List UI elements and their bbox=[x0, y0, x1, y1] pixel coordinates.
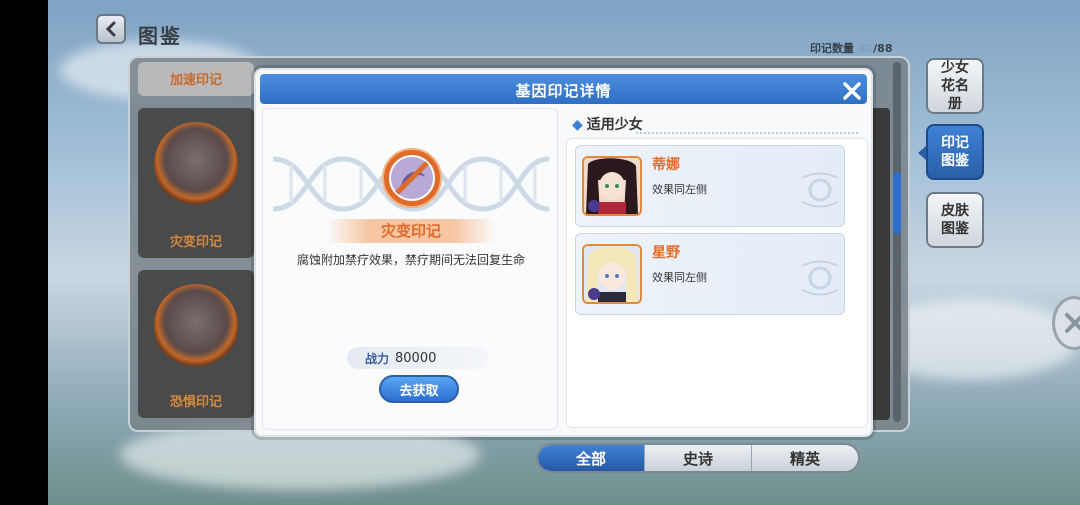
avatar bbox=[582, 244, 642, 304]
active-tab-pointer bbox=[918, 146, 926, 160]
mark-card-label: 灾变印记 bbox=[169, 235, 222, 250]
dialog-title: 基因印记详情 bbox=[515, 82, 612, 100]
section-title: 适用少女 bbox=[586, 117, 643, 133]
close-icon[interactable] bbox=[841, 80, 863, 102]
diamond-icon: ◆ bbox=[572, 117, 583, 133]
gene-swirl-icon bbox=[801, 172, 839, 208]
avatar bbox=[582, 156, 642, 216]
tab-label: 印记图鉴 bbox=[941, 135, 969, 169]
mark-card-label: 加速印记 bbox=[169, 73, 222, 88]
filter-all[interactable]: 全部 bbox=[538, 445, 645, 471]
mark-description: 腐蚀附加禁疗效果，禁疗期间无法回复生命 bbox=[296, 253, 525, 267]
mark-emblem-icon bbox=[154, 122, 238, 206]
gene-swirl-icon bbox=[801, 260, 839, 296]
tab-skin-collection[interactable]: 皮肤图鉴 bbox=[926, 192, 984, 248]
girl-card[interactable]: 星野 效果同左侧 bbox=[575, 233, 845, 315]
filter-elite[interactable]: 精英 bbox=[752, 445, 858, 471]
girl-name: 蒂娜 bbox=[652, 157, 680, 173]
rarity-filter: 全部 史诗 精英 bbox=[536, 443, 860, 473]
power-value: 80000 bbox=[395, 350, 437, 366]
letterbox-left bbox=[0, 0, 48, 505]
applicable-girls-panel: ◆ 适用少女 蒂娜 效果同左侧 星野 效果同左侧 bbox=[564, 108, 868, 430]
mark-count-value: 80 bbox=[857, 42, 874, 55]
mark-name: 灾变印记 bbox=[327, 219, 495, 243]
mark-info-panel: 灾变印记 腐蚀附加禁疗效果，禁疗期间无法回复生命 战力 80000 去获取 bbox=[262, 108, 558, 430]
scrollbar-track[interactable] bbox=[893, 62, 901, 422]
chevron-left-icon bbox=[105, 21, 116, 37]
scrollbar-thumb[interactable] bbox=[893, 172, 901, 234]
power-display: 战力 80000 bbox=[347, 347, 489, 369]
tab-mark-collection[interactable]: 印记图鉴 bbox=[926, 124, 984, 180]
mark-card[interactable]: 恐惧印记 bbox=[138, 270, 254, 418]
page-title: 图鉴 bbox=[138, 24, 182, 48]
mark-card-label: 恐惧印记 bbox=[169, 395, 222, 410]
mark-card[interactable]: 灾变印记 bbox=[138, 108, 254, 258]
mark-detail-dialog: 基因印记详情 灾变印记 腐蚀附加禁疗效果，禁疗期间无法回复生命 战力 80000… bbox=[254, 68, 873, 437]
girl-list: 蒂娜 效果同左侧 星野 效果同左侧 bbox=[566, 138, 868, 428]
close-icon bbox=[1065, 313, 1080, 333]
disaster-mark-emblem-icon bbox=[382, 148, 442, 208]
mark-count: 印记数量 80/88 bbox=[810, 40, 892, 56]
girl-card[interactable]: 蒂娜 效果同左侧 bbox=[575, 145, 845, 227]
back-button[interactable] bbox=[96, 14, 126, 44]
filter-epic[interactable]: 史诗 bbox=[645, 445, 752, 471]
mark-count-label: 印记数量 bbox=[810, 42, 854, 55]
girl-name: 星野 bbox=[652, 245, 680, 261]
acquire-button[interactable]: 去获取 bbox=[379, 375, 459, 403]
section-header: ◆ 适用少女 bbox=[572, 114, 643, 134]
dialog-header: 基因印记详情 bbox=[260, 74, 867, 104]
tab-label: 皮肤图鉴 bbox=[941, 203, 969, 237]
girl-effect: 效果同左侧 bbox=[652, 271, 707, 284]
mark-count-total: /88 bbox=[873, 42, 893, 55]
section-divider bbox=[636, 132, 858, 134]
girl-effect: 效果同左侧 bbox=[652, 183, 707, 196]
tab-label: 少女花名册 bbox=[941, 60, 969, 112]
mark-card[interactable]: 加速印记 bbox=[138, 62, 254, 96]
tab-girl-roster[interactable]: 少女花名册 bbox=[926, 58, 984, 114]
power-label: 战力 bbox=[365, 351, 390, 366]
mark-emblem-icon bbox=[154, 284, 238, 368]
